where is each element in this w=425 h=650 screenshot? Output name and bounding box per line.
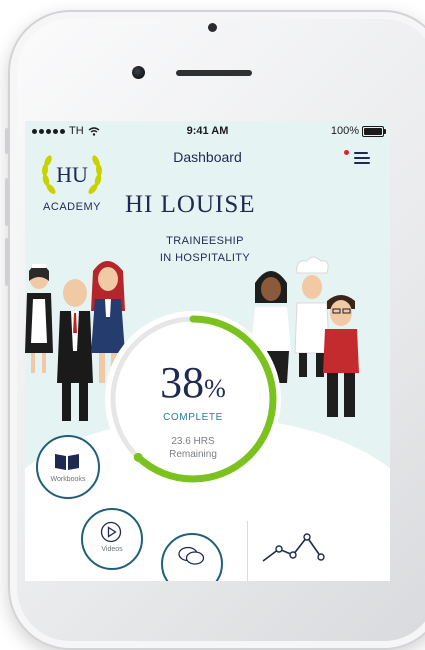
front-camera xyxy=(132,66,145,79)
app-screen: TH 9:41 AM 100% Dashboard HU ACADEMY HI … xyxy=(25,121,390,581)
remaining-label: Remaining xyxy=(169,449,217,460)
workbooks-label: Workbooks xyxy=(50,476,86,483)
videos-label: Videos xyxy=(101,546,123,553)
remaining-hours-value: 23.6 HRS xyxy=(171,436,215,447)
progress-percent: 38% xyxy=(105,357,281,408)
progress-ring: 38% COMPLETE 23.6 HRS Remaining xyxy=(105,311,281,487)
play-icon xyxy=(100,521,122,543)
progress-percent-sign: % xyxy=(204,374,226,403)
manager-figure xyxy=(57,279,93,421)
progress-complete-label: COMPLETE xyxy=(163,412,223,423)
workbooks-button[interactable]: Workbooks xyxy=(36,435,100,499)
remaining-hours: 23.6 HRS Remaining xyxy=(105,435,281,461)
book-icon xyxy=(55,454,79,470)
volume-down-button xyxy=(5,238,9,286)
proximity-sensor xyxy=(208,23,217,32)
housekeeper-figure xyxy=(25,264,53,373)
videos-button[interactable]: Videos xyxy=(81,508,143,570)
chat-bubbles-icon xyxy=(178,546,205,565)
mute-switch xyxy=(5,128,9,154)
volume-up-button xyxy=(5,178,9,226)
progress-percent-value: 38 xyxy=(160,358,205,407)
line-chart-icon[interactable] xyxy=(259,527,339,567)
waiter-figure xyxy=(323,295,359,417)
earpiece-speaker xyxy=(176,70,252,76)
section-divider xyxy=(247,521,248,581)
